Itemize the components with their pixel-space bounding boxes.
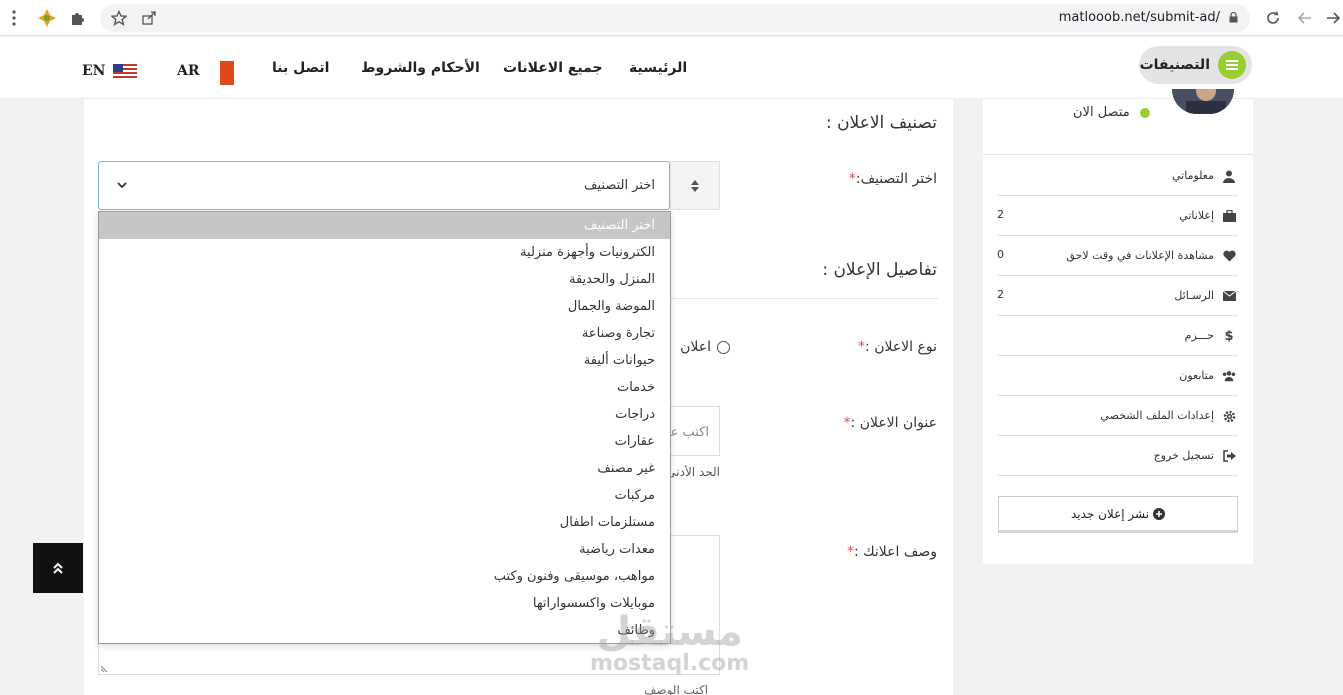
sidebar-item-profile-settings[interactable]: إعدادات الملف الشخصي [997, 396, 1238, 436]
resize-handle-icon[interactable] [100, 665, 108, 673]
lang-en-link[interactable]: EN [82, 63, 105, 79]
envelope-icon [1222, 289, 1236, 303]
watermark: مستقل mostaql.com [590, 609, 750, 676]
dropdown-option[interactable]: الموضة والجمال [99, 293, 670, 320]
radio-circle-icon [717, 340, 730, 354]
min-length-hint: الحد الأدنى [670, 465, 720, 479]
back-arrow-icon[interactable] [1322, 7, 1343, 29]
sidebar-item-my-ads[interactable]: إعلاناتي 2 [997, 196, 1238, 236]
heart-icon [1222, 249, 1236, 263]
sidebar-item-followers[interactable]: متابعون [997, 356, 1238, 396]
online-status: متصل الان [1073, 105, 1150, 120]
dropdown-option[interactable]: غير مصنف [99, 455, 670, 482]
sidebar-item-packages[interactable]: $ حـــزم [997, 316, 1238, 356]
dropdown-option[interactable]: موبايلات واكسسواراتها [99, 590, 670, 617]
double-chevron-up-icon [53, 562, 63, 574]
user-sidebar: متصل الان معلوماتي إعلاناتي 2 مشاهدة الإ… [983, 89, 1253, 564]
browser-toolbar: matlooob.net/submit-ad/ [0, 0, 1343, 36]
nav-all-ads[interactable]: جميع الاعلانات [503, 60, 603, 76]
bahrain-flag-icon[interactable] [214, 61, 234, 85]
online-dot-icon [1139, 107, 1150, 118]
url-text[interactable]: matlooob.net/submit-ad/ [1059, 10, 1220, 25]
ad-title-label: عنوان الاعلان :* [843, 415, 937, 431]
reload-icon[interactable] [1262, 7, 1284, 29]
site-header: التصنيفات الرئيسية جميع الاعلانات الأحكا… [0, 37, 1343, 99]
sidebar-item-messages[interactable]: الرسـائل 2 [997, 276, 1238, 316]
user-icon [1222, 169, 1236, 183]
gear-icon [1222, 409, 1236, 423]
lang-ar-link[interactable]: AR [177, 63, 200, 79]
post-new-ad-button[interactable]: نشر إعلان جديد [998, 496, 1238, 533]
share-icon[interactable] [138, 7, 160, 29]
ad-title-input[interactable]: اكتب عنوان [670, 406, 720, 456]
dropdown-option[interactable]: مستلزمات اطفال [99, 509, 670, 536]
puzzle-extensions-icon[interactable] [67, 7, 89, 29]
dropdown-option[interactable]: خدمات [99, 374, 670, 401]
category-select-value: اختر التصنيف [584, 178, 655, 193]
back-to-top-button[interactable] [33, 543, 83, 593]
dropdown-option[interactable]: الكترونيات وأجهزة منزلية [99, 239, 670, 266]
dropdown-option[interactable]: المنزل والحديقة [99, 266, 670, 293]
avatar[interactable] [1172, 89, 1234, 114]
nav-contact[interactable]: اتصل بنا [272, 60, 329, 76]
address-bar[interactable]: matlooob.net/submit-ad/ [100, 4, 1250, 32]
dropdown-option[interactable]: دراجات [99, 401, 670, 428]
description-label: وصف اعلانك :* [846, 544, 937, 560]
dropdown-option[interactable]: معدات رياضية [99, 536, 670, 563]
hamburger-icon [1218, 51, 1246, 79]
dropdown-option-selected[interactable]: اختر التصنيف [99, 212, 670, 239]
nav-terms[interactable]: الأحكام والشروط [361, 60, 480, 76]
section-title-category: تصنيف الاعلان : [825, 113, 937, 133]
sidebar-item-logout[interactable]: تسجيل خروج [997, 436, 1238, 476]
chevron-down-icon [117, 182, 127, 189]
ad-type-radio[interactable]: اعلان [670, 339, 730, 359]
dropdown-option[interactable]: وظائف [99, 617, 670, 644]
categories-label: التصنيفات [1139, 57, 1210, 73]
choose-category-label: اختر التصنيف:* [848, 171, 937, 187]
dropdown-option[interactable]: عقارات [99, 428, 670, 455]
ad-type-label: نوع الاعلان :* [858, 339, 937, 355]
dropdown-option[interactable]: حيوانات أليفة [99, 347, 670, 374]
category-select[interactable]: اختر التصنيف [98, 161, 670, 210]
star-bookmark-icon[interactable] [108, 7, 130, 29]
users-icon [1222, 369, 1236, 383]
dollar-icon: $ [1224, 328, 1234, 344]
lock-icon[interactable] [1229, 12, 1238, 23]
dropdown-option[interactable]: مواهب، موسيقى وفنون وكتب [99, 563, 670, 590]
divider [983, 154, 1253, 155]
sidebar-item-watch-later[interactable]: مشاهدة الإعلانات في وقت لاحق 0 [997, 236, 1238, 276]
description-hint: اكتب الوصف [644, 683, 709, 695]
sidebar-item-my-info[interactable]: معلوماتي [997, 156, 1238, 196]
dropdown-option[interactable]: مركبات [99, 482, 670, 509]
section-title-details: تفاصيل الإعلان : [822, 260, 937, 280]
sort-arrows-icon [691, 179, 699, 192]
nav-home[interactable]: الرئيسية [629, 60, 687, 76]
select-toggle-button[interactable] [670, 161, 720, 210]
logout-icon [1222, 449, 1236, 463]
categories-button[interactable]: التصنيفات [1139, 46, 1252, 84]
extension-logo-icon[interactable] [36, 7, 58, 29]
briefcase-icon [1222, 209, 1236, 223]
us-flag-icon[interactable] [113, 64, 137, 80]
menu-dots-icon[interactable] [3, 7, 25, 29]
category-dropdown-list: اختر التصنيف الكترونيات وأجهزة منزلية ال… [98, 211, 671, 644]
forward-arrow-icon[interactable] [1294, 7, 1316, 29]
plus-circle-icon [1153, 507, 1166, 520]
dropdown-option[interactable]: تجارة وصناعة [99, 320, 670, 347]
